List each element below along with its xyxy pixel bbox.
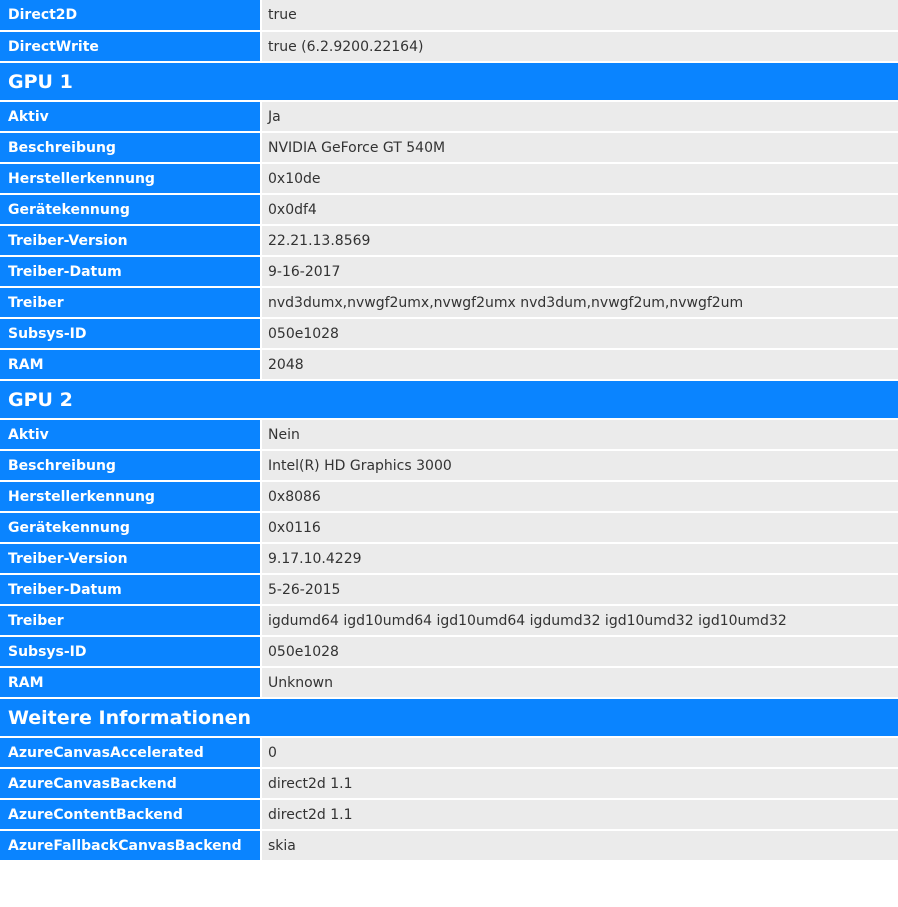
- row-key: Aktiv: [0, 101, 262, 133]
- row-key: RAM: [0, 667, 262, 699]
- row-value: 0x8086: [261, 481, 898, 513]
- row-key: Aktiv: [0, 419, 262, 451]
- row-key: Herstellerkennung: [0, 481, 262, 513]
- row-key: Beschreibung: [0, 132, 262, 164]
- row-value: 050e1028: [261, 636, 898, 668]
- row-key: Treiber-Datum: [0, 256, 262, 288]
- row-value: 9-16-2017: [261, 256, 898, 288]
- table-row: Herstellerkennung 0x10de: [0, 163, 898, 195]
- row-value: 0: [261, 737, 898, 769]
- table-row: Aktiv Ja: [0, 101, 898, 133]
- graphics-info-table: Direct2D true DirectWrite true (6.2.9200…: [0, 0, 898, 862]
- section-title: GPU 2: [0, 380, 898, 420]
- row-key: Herstellerkennung: [0, 163, 262, 195]
- table-row: Subsys-ID 050e1028: [0, 636, 898, 668]
- row-key: AzureCanvasAccelerated: [0, 737, 262, 769]
- table-row: Treiber-Version 9.17.10.4229: [0, 543, 898, 575]
- table-row: AzureCanvasAccelerated 0: [0, 737, 898, 769]
- table-row: Treiber-Version 22.21.13.8569: [0, 225, 898, 257]
- row-key: Subsys-ID: [0, 318, 262, 350]
- row-value: skia: [261, 830, 898, 862]
- row-key: Direct2D: [0, 0, 262, 32]
- section-header-gpu2: GPU 2: [0, 380, 898, 420]
- table-row: AzureContentBackend direct2d 1.1: [0, 799, 898, 831]
- row-key: Treiber: [0, 287, 262, 319]
- table-row: RAM Unknown: [0, 667, 898, 699]
- row-value: direct2d 1.1: [261, 768, 898, 800]
- row-value: 5-26-2015: [261, 574, 898, 606]
- table-row: AzureCanvasBackend direct2d 1.1: [0, 768, 898, 800]
- row-value: NVIDIA GeForce GT 540M: [261, 132, 898, 164]
- row-value: direct2d 1.1: [261, 799, 898, 831]
- table-row: Beschreibung Intel(R) HD Graphics 3000: [0, 450, 898, 482]
- table-row: Gerätekennung 0x0116: [0, 512, 898, 544]
- table-row: Direct2D true: [0, 0, 898, 32]
- row-value: nvd3dumx,nvwgf2umx,nvwgf2umx nvd3dum,nvw…: [261, 287, 898, 319]
- section-header-gpu1: GPU 1: [0, 62, 898, 102]
- section-title: GPU 1: [0, 62, 898, 102]
- row-key: Beschreibung: [0, 450, 262, 482]
- row-key: DirectWrite: [0, 31, 262, 63]
- table-row: Beschreibung NVIDIA GeForce GT 540M: [0, 132, 898, 164]
- table-row: Herstellerkennung 0x8086: [0, 481, 898, 513]
- row-key: AzureCanvasBackend: [0, 768, 262, 800]
- table-row: Treiber-Datum 9-16-2017: [0, 256, 898, 288]
- row-value: 2048: [261, 349, 898, 381]
- table-row: RAM 2048: [0, 349, 898, 381]
- table-row: AzureFallbackCanvasBackend skia: [0, 830, 898, 862]
- row-value: Nein: [261, 419, 898, 451]
- row-value: 0x0116: [261, 512, 898, 544]
- table-row: Treiber nvd3dumx,nvwgf2umx,nvwgf2umx nvd…: [0, 287, 898, 319]
- table-row: DirectWrite true (6.2.9200.22164): [0, 31, 898, 63]
- row-key: Gerätekennung: [0, 194, 262, 226]
- table-row: Gerätekennung 0x0df4: [0, 194, 898, 226]
- row-value: Intel(R) HD Graphics 3000: [261, 450, 898, 482]
- row-value: igdumd64 igd10umd64 igd10umd64 igdumd32 …: [261, 605, 898, 637]
- row-value: true: [261, 0, 898, 32]
- row-key: Treiber-Version: [0, 543, 262, 575]
- section-title: Weitere Informationen: [0, 698, 898, 738]
- row-value: 22.21.13.8569: [261, 225, 898, 257]
- row-key: AzureContentBackend: [0, 799, 262, 831]
- table-row: Subsys-ID 050e1028: [0, 318, 898, 350]
- section-header-more-info: Weitere Informationen: [0, 698, 898, 738]
- row-value: Ja: [261, 101, 898, 133]
- row-key: Subsys-ID: [0, 636, 262, 668]
- row-key: RAM: [0, 349, 262, 381]
- row-key: Gerätekennung: [0, 512, 262, 544]
- row-value: 050e1028: [261, 318, 898, 350]
- table-row: Aktiv Nein: [0, 419, 898, 451]
- row-value: 9.17.10.4229: [261, 543, 898, 575]
- row-value: Unknown: [261, 667, 898, 699]
- row-key: AzureFallbackCanvasBackend: [0, 830, 262, 862]
- table-row: Treiber-Datum 5-26-2015: [0, 574, 898, 606]
- table-row: Treiber igdumd64 igd10umd64 igd10umd64 i…: [0, 605, 898, 637]
- row-key: Treiber-Datum: [0, 574, 262, 606]
- row-key: Treiber: [0, 605, 262, 637]
- row-value: true (6.2.9200.22164): [261, 31, 898, 63]
- row-key: Treiber-Version: [0, 225, 262, 257]
- row-value: 0x10de: [261, 163, 898, 195]
- row-value: 0x0df4: [261, 194, 898, 226]
